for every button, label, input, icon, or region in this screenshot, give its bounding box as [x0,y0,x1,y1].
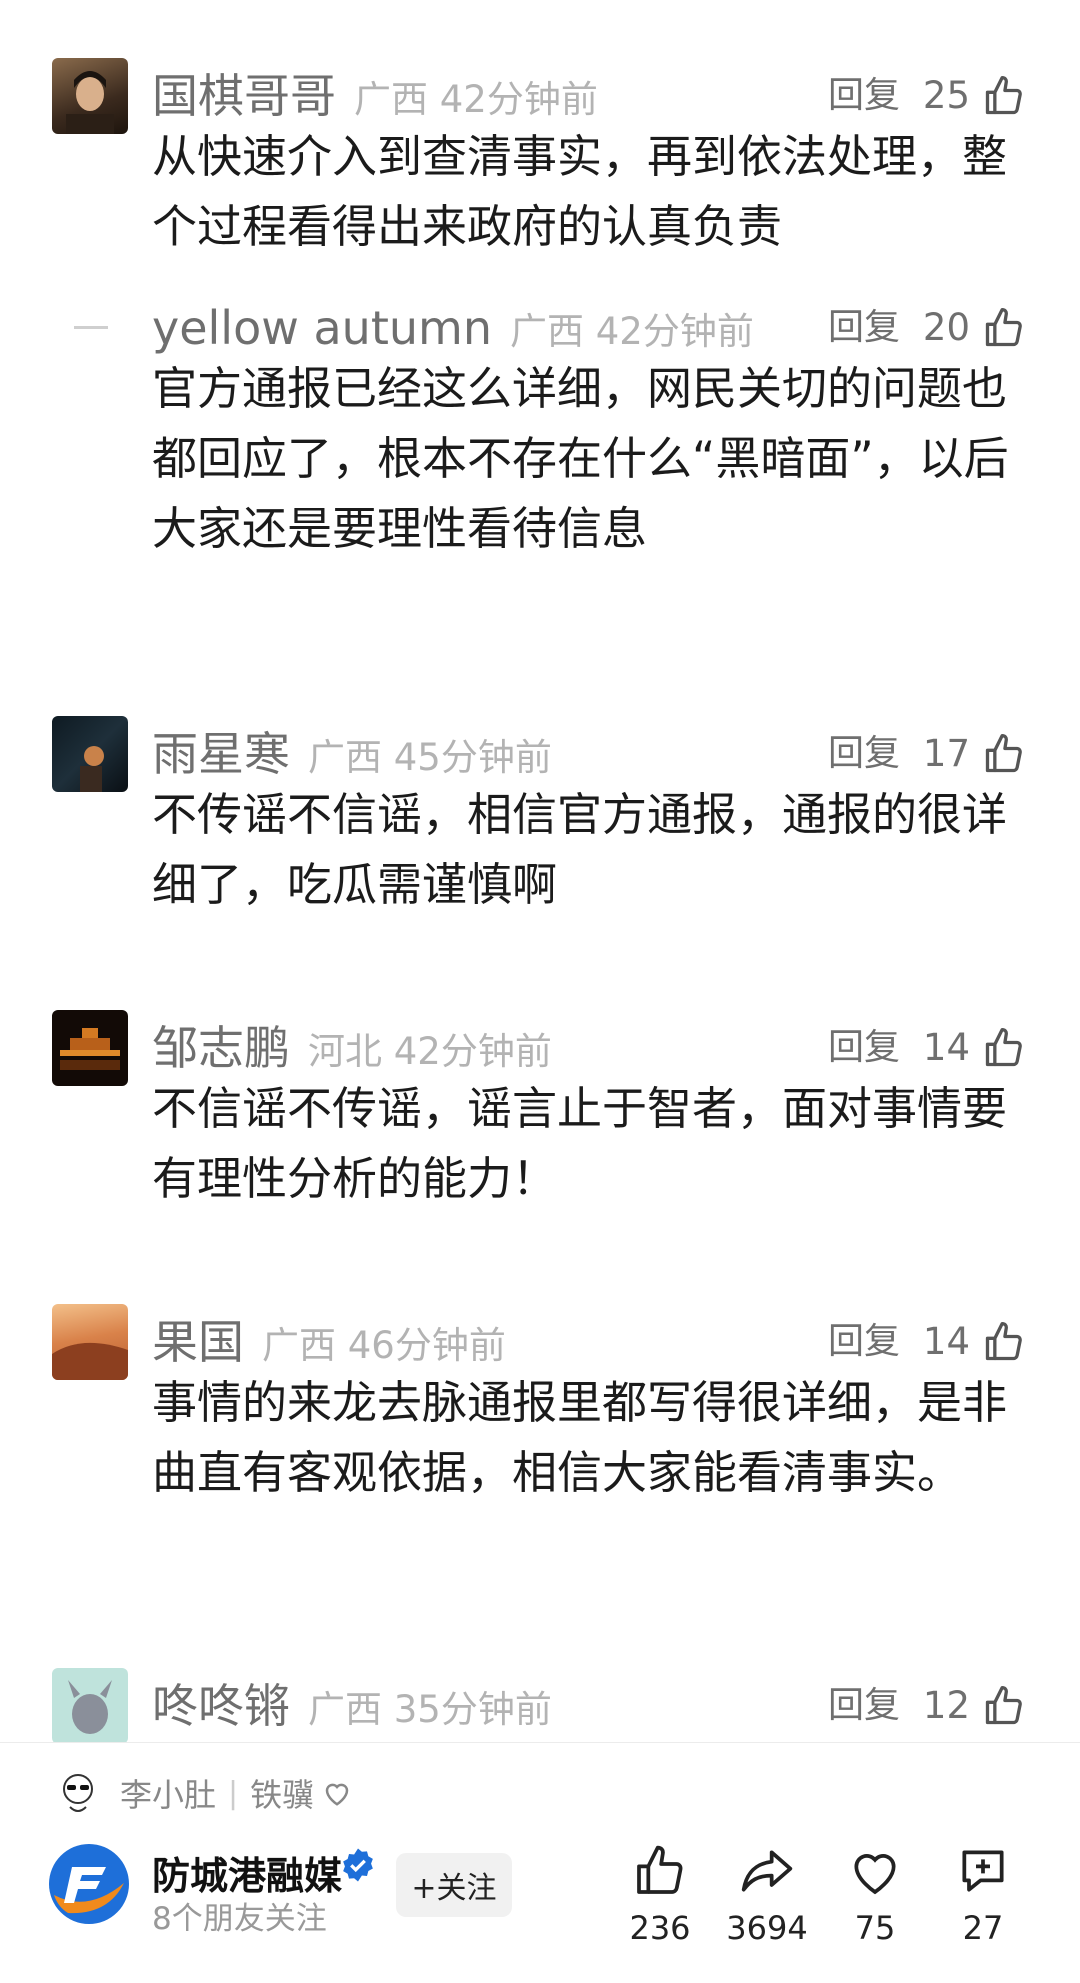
account-name[interactable]: 防城港融媒 [152,1845,342,1900]
thumb-up-icon[interactable] [982,1320,1026,1364]
avatar[interactable] [52,58,128,134]
friends-following-text: 8个朋友关注 [152,1901,327,1937]
reply-button[interactable]: 回复 [828,1668,900,1742]
username-text[interactable]: yellow autumn [152,301,492,355]
comment-meta: 广西 46分钟前 [262,1324,506,1367]
time-text: 42分钟前 [393,1030,552,1073]
location-text: 广西 [354,78,428,121]
username-text[interactable]: 咚咚锵 [152,1679,290,1733]
heart-icon[interactable] [847,1843,903,1899]
comment-action[interactable]: 27 [928,1843,1038,1947]
comment-text: 从快速介入到查清事实，再到依法处理，整个过程看得出来政府的认真负责 [152,130,1008,253]
favorite-action[interactable]: 75 [820,1843,930,1947]
comment-text: 事情的来龙去脉通报里都写得很详细，是非曲直有客观依据，相信大家能看清事实。 [152,1376,1008,1499]
comment-text: 不信谣不传谣，谣言止于智者，面对事情要有理性分析的能力！ [152,1082,1008,1205]
avatar[interactable] [52,1668,128,1742]
account-logo[interactable] [48,1843,130,1925]
time-text: 46分钟前 [347,1324,506,1367]
avatar[interactable] [52,290,128,366]
friend-name: 李小肚 [120,1776,217,1814]
location-text: 广西 [262,1324,336,1367]
comment-text: 官方通报已经这么详细，网民关切的问题也都回应了，根本不存在什么“黑暗面”，以后大… [152,362,1009,555]
avatar[interactable] [52,1010,128,1086]
follow-button[interactable]: +关注 [396,1853,512,1917]
time-text: 45分钟前 [393,736,552,779]
username-text[interactable]: 雨星寒 [152,727,290,781]
avatar[interactable] [52,1304,128,1380]
divider: | [228,1775,239,1811]
thumb-up-icon[interactable] [632,1843,688,1899]
avatar[interactable] [52,716,128,792]
username-text[interactable]: 邹志鹏 [152,1021,290,1075]
verified-icon [343,1848,373,1882]
comment-list: 国棋哥哥 广西 42分钟前 回复 25 从快速介入到查清事实，再到依法处理，整个过… [0,0,1080,1742]
friend-avatar [63,1774,93,1812]
location-text: 广西 [308,1688,382,1731]
username-text[interactable]: 果国 [152,1315,244,1369]
thumb-up-icon[interactable] [982,732,1026,776]
time-text: 42分钟前 [439,78,598,121]
like-action[interactable]: 236 [605,1843,715,1947]
bottom-action-bar: 李小肚 | 铁骥 防城港融媒 8个朋友关注 +关注 236 3694 75 27 [0,1742,1080,1983]
thumb-up-icon[interactable] [982,1684,1026,1728]
location-text: 河北 [308,1030,382,1073]
like-total: 236 [629,1909,691,1947]
favorite-total: 75 [854,1909,896,1947]
time-text: 35分钟前 [393,1688,552,1731]
comment-meta: 广西 35分钟前 [308,1688,552,1731]
comment-meta: 广西 42分钟前 [510,310,754,353]
comment-plus-icon[interactable] [955,1843,1011,1899]
share-action[interactable]: 3694 [712,1843,822,1947]
comment-text: 不传谣不信谣，相信官方通报，通报的很详细了，吃瓜需谨慎啊 [152,788,1008,911]
thumb-up-icon[interactable] [982,74,1026,118]
location-text: 广西 [308,736,382,779]
share-total: 3694 [726,1909,808,1947]
friend-tag: 铁骥 [250,1776,315,1814]
comment-meta: 广西 45分钟前 [308,736,552,779]
comment-total: 27 [962,1909,1004,1947]
username-text[interactable]: 国棋哥哥 [152,69,336,123]
thumb-up-icon[interactable] [982,306,1026,350]
time-text: 42分钟前 [595,310,754,353]
comment-meta: 广西 42分钟前 [354,78,598,121]
heart-icon [325,1783,349,1806]
location-text: 广西 [509,310,584,353]
like-count: 12 [922,1684,970,1727]
comment-username[interactable]: 咚咚锵 广西 35分钟前 [152,1668,552,1742]
comment-meta: 河北 42分钟前 [308,1030,552,1073]
thumb-up-icon[interactable] [982,1026,1026,1070]
share-arrow-icon[interactable] [739,1843,795,1899]
friend-like-row[interactable]: 李小肚 | 铁骥 [52,1763,352,1823]
